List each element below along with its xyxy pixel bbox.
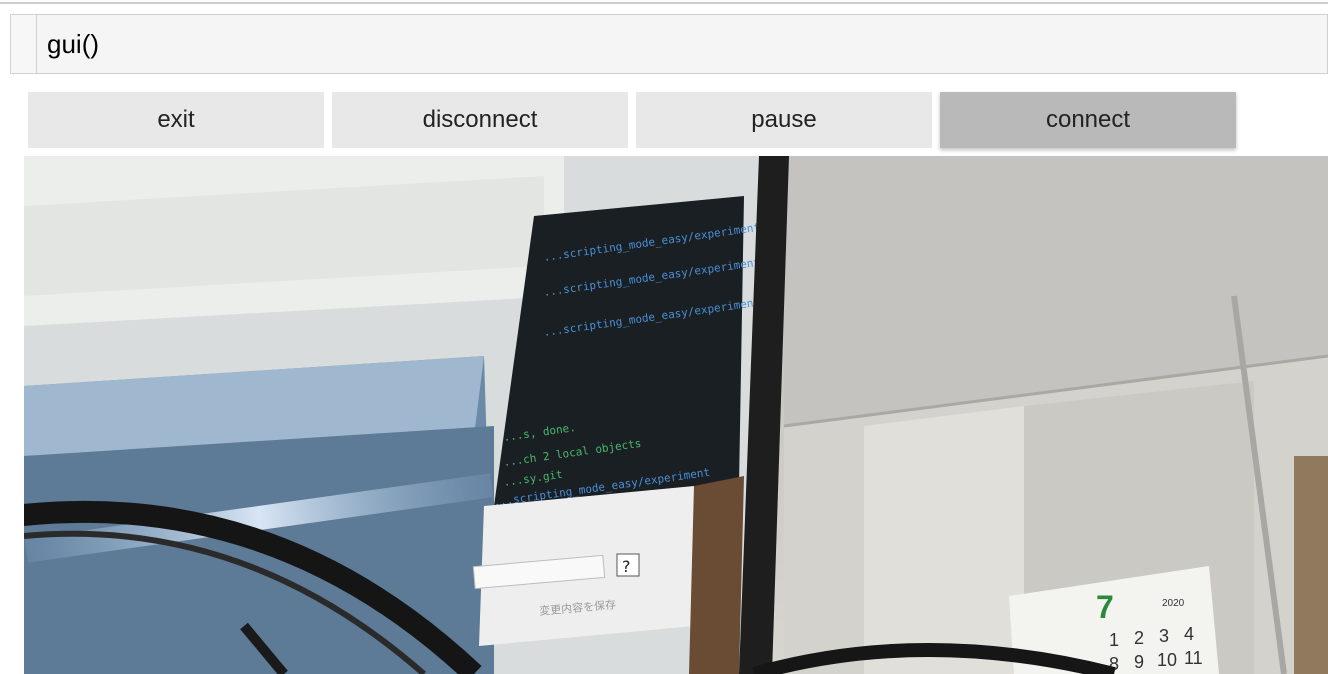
notebook-code-cell[interactable]: gui() <box>10 14 1328 74</box>
control-button-row: exit disconnect pause connect <box>28 92 1236 148</box>
connect-button[interactable]: connect <box>940 92 1236 148</box>
exit-button[interactable]: exit <box>28 92 324 148</box>
calendar-day-10: 10 <box>1157 650 1177 670</box>
cell-code-input[interactable]: gui() <box>36 14 1328 74</box>
cell-code-text: gui() <box>47 28 100 59</box>
calendar-day-11: 11 <box>1184 648 1203 668</box>
calendar-day-3: 3 <box>1159 626 1169 646</box>
webcam-video-frame: 7 2020 1 2 3 4 8 9 10 11 ...scripting_mo… <box>24 156 1328 674</box>
calendar-day-4: 4 <box>1184 624 1194 644</box>
calendar-day-1: 1 <box>1109 630 1119 650</box>
disconnect-button[interactable]: disconnect <box>332 92 628 148</box>
cell-prompt-gutter <box>10 14 36 74</box>
calendar-day-9: 9 <box>1134 652 1144 672</box>
calendar-year: 2020 <box>1162 598 1185 609</box>
pause-button[interactable]: pause <box>636 92 932 148</box>
calendar-month: 7 <box>1096 589 1114 625</box>
top-divider <box>0 0 1328 4</box>
calendar-day-2: 2 <box>1134 628 1144 648</box>
webcam-image: 7 2020 1 2 3 4 8 9 10 11 ...scripting_mo… <box>24 156 1328 674</box>
svg-text:?: ? <box>622 557 631 576</box>
